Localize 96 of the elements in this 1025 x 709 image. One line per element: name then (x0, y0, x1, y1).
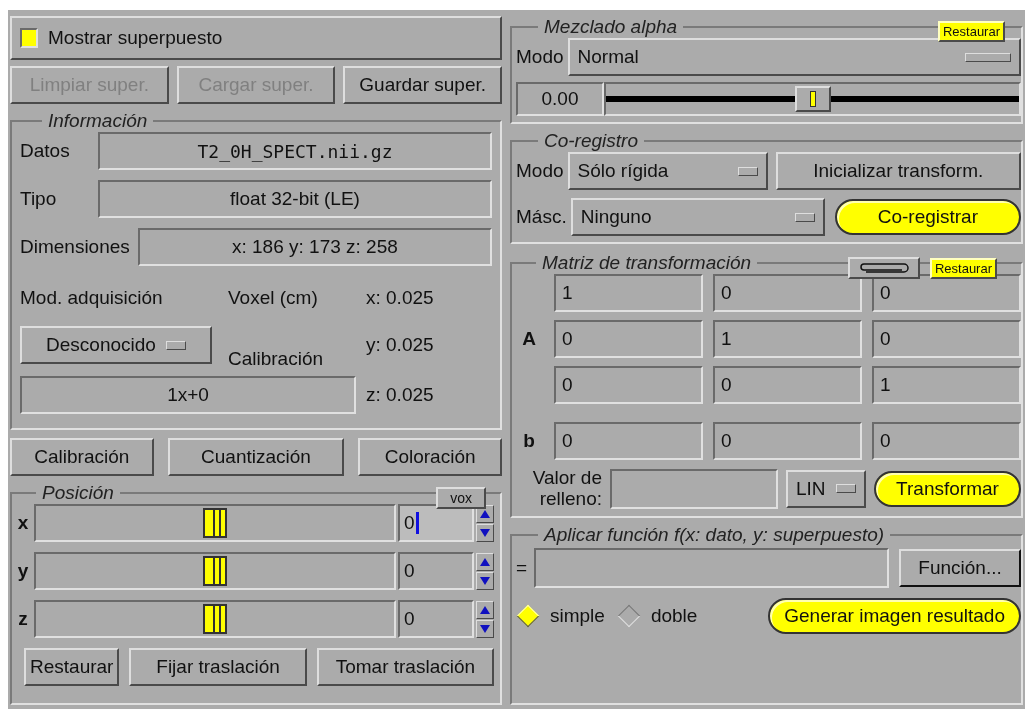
fill-value-field[interactable] (610, 468, 778, 509)
initialize-button[interactable]: Inicializar transform. (775, 152, 1021, 190)
text-cursor (415, 512, 419, 534)
interpolation-dropdown[interactable]: LIN (786, 469, 866, 508)
indicator-icon (836, 484, 856, 494)
fill-value-label: Valor de relleno: (531, 468, 602, 510)
transform-button[interactable]: Transformar (874, 470, 1021, 507)
tool-button[interactable]: Calibración (10, 438, 154, 476)
spin-up-button[interactable] (476, 600, 494, 619)
clipboard-button[interactable] (847, 257, 920, 279)
voxel-value: z: 0.025 (366, 384, 435, 406)
coregister-button[interactable]: Co-registrar (834, 199, 1021, 235)
matrix-field[interactable]: 0 (554, 320, 703, 358)
matrix-field[interactable]: 0 (872, 320, 1021, 358)
field-label: Modo (516, 160, 564, 182)
down-arrow-icon (480, 528, 490, 537)
radio-option[interactable]: doble (616, 604, 698, 627)
unit-button[interactable]: vox (436, 487, 486, 509)
spin-down-button[interactable] (476, 523, 494, 542)
type-field: float 32-bit (LE) (98, 180, 492, 218)
position-button[interactable]: Fijar traslación (129, 648, 307, 686)
generate-button[interactable]: Generar imagen resultado (768, 597, 1021, 634)
dimensions-field: x: 186 y: 173 z: 258 (137, 228, 492, 266)
slider-thumb[interactable] (203, 508, 227, 538)
position-input[interactable]: 0 (398, 600, 474, 638)
panel-title: Posición (41, 482, 115, 504)
position-slider[interactable] (34, 504, 396, 542)
mask-dropdown[interactable]: Ninguno (570, 198, 825, 236)
up-arrow-icon (480, 557, 490, 566)
spin-down-button[interactable] (476, 619, 494, 638)
tool-button[interactable]: Coloración (358, 438, 502, 476)
axis-label: y (16, 560, 30, 582)
panel-title: Información (47, 110, 149, 132)
overlay-toggle[interactable]: Mostrar superpuesto (10, 16, 502, 60)
voxel-value: y: 0.025 (366, 334, 435, 356)
vector-field[interactable]: 0 (554, 422, 703, 460)
panel-title: Mezclado alpha (543, 16, 679, 38)
matrix-field[interactable]: 1 (713, 320, 862, 358)
paperclip-icon (857, 262, 910, 274)
field-label: Modo (516, 46, 564, 68)
down-arrow-icon (480, 576, 490, 585)
overlay-button[interactable]: Guardar super. (343, 66, 502, 104)
indicator-icon (965, 52, 1011, 62)
position-input[interactable]: 0 (398, 504, 474, 542)
up-arrow-icon (480, 509, 490, 518)
function-field[interactable] (534, 547, 889, 588)
position-input[interactable]: 0 (398, 552, 474, 590)
alpha-slider[interactable] (604, 82, 1021, 116)
indicator-icon (737, 166, 758, 176)
matrix-field[interactable]: 1 (872, 366, 1021, 404)
radio-option[interactable]: simple (516, 604, 605, 627)
acquisition-dropdown[interactable]: Desconocido (20, 326, 212, 364)
axis-label: x (16, 512, 30, 534)
position-button[interactable]: Tomar traslación (316, 648, 494, 686)
matrix-field[interactable]: 0 (713, 274, 862, 312)
panel-title: Matriz de transformación (541, 252, 753, 274)
alpha-value: 0.00 (516, 82, 604, 116)
position-slider[interactable] (34, 600, 396, 638)
matrix-field[interactable]: 1 (554, 274, 703, 312)
field-label: Calibración (228, 348, 325, 370)
overlay-label: Mostrar superpuesto (48, 27, 223, 49)
position-slider[interactable] (34, 552, 396, 590)
field-label: Voxel (cm) (228, 287, 319, 309)
slider-thumb[interactable] (203, 604, 227, 634)
up-arrow-icon (480, 605, 490, 614)
matrix-field[interactable]: 0 (554, 366, 703, 404)
data-field: T2_0H_SPECT.nii.gz (98, 132, 492, 170)
down-arrow-icon (480, 624, 490, 633)
coregistration-mode-dropdown[interactable]: Sólo rígida (567, 152, 768, 190)
blend-mode-dropdown[interactable]: Normal (567, 38, 1021, 76)
position-button[interactable]: Restaurar (24, 648, 120, 686)
tool-button[interactable]: Cuantización (167, 438, 345, 476)
field-label: Mod. adquisición (20, 287, 164, 309)
reset-button[interactable]: Restaurar (929, 257, 997, 279)
equals-label: = (516, 556, 529, 579)
calibration-field: 1x+0 (20, 376, 356, 414)
field-label: Dimensiones (20, 236, 130, 258)
slider-thumb[interactable] (203, 556, 227, 586)
vector-field[interactable]: 0 (713, 422, 862, 460)
spin-down-button[interactable] (476, 571, 494, 590)
vector-field[interactable]: 0 (872, 422, 1021, 460)
spin-up-button[interactable] (476, 552, 494, 571)
field-label: Másc. (516, 206, 567, 228)
panel-title: Aplicar función f(x: dato, y: superpuesto) (542, 523, 886, 546)
voxel-value: x: 0.025 (366, 287, 435, 309)
panel-title: Co-registro (543, 130, 639, 152)
reset-button[interactable]: Restaurar (937, 21, 1005, 42)
axis-label: z (17, 608, 29, 630)
matrix-field[interactable]: 0 (713, 366, 862, 404)
matrix-label: A (521, 328, 537, 350)
field-label: Tipo (20, 188, 58, 210)
field-label: Datos (20, 140, 71, 162)
function-button[interactable]: Función... (899, 548, 1021, 587)
vector-label: b (522, 430, 536, 452)
indicator-icon (794, 212, 815, 222)
indicator-icon (165, 340, 186, 350)
